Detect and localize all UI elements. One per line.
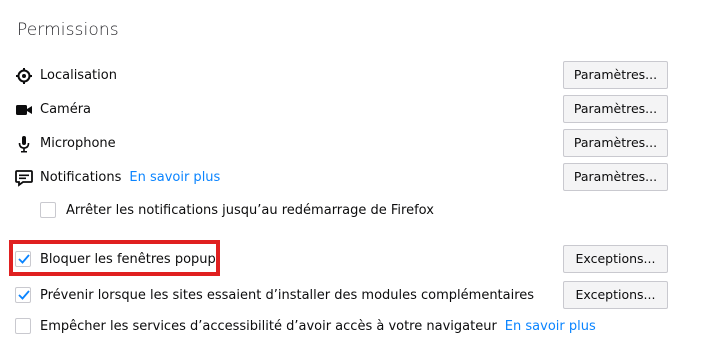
block-accessibility-label: Empêcher les services d’accessibilité d’… — [40, 319, 596, 335]
permission-label-location: Localisation — [40, 68, 117, 83]
notification-icon — [15, 169, 33, 187]
camera-icon — [15, 101, 33, 119]
notifications-learn-more-link[interactable]: En savoir plus — [129, 170, 220, 185]
highlight-annotation-box — [9, 240, 220, 276]
warn-addons-label[interactable]: Prévenir lorsque les sites essaient d’in… — [40, 288, 534, 304]
location-settings-button[interactable]: Paramètres... — [563, 61, 668, 89]
block-accessibility-checkbox[interactable] — [15, 318, 31, 334]
pause-notifications-row: Arrêter les notifications jusqu’au redém… — [0, 196, 707, 224]
microphone-settings-button[interactable]: Paramètres... — [563, 129, 668, 157]
permission-row-location: Localisation Paramètres... — [0, 61, 707, 89]
microphone-icon — [15, 135, 33, 153]
notifications-text: Notifications — [40, 170, 122, 185]
block-accessibility-row: Empêcher les services d’accessibilité d’… — [0, 312, 707, 340]
warn-addons-exceptions-button[interactable]: Exceptions... — [563, 281, 668, 309]
section-title: Permissions — [17, 20, 119, 40]
permission-label-camera: Caméra — [40, 102, 92, 117]
permission-row-notifications: Notifications En savoir plus Paramètres..… — [0, 163, 707, 191]
permission-row-microphone: Microphone Paramètres... — [0, 129, 707, 157]
pause-notifications-checkbox[interactable] — [40, 202, 56, 218]
notifications-settings-button[interactable]: Paramètres... — [563, 163, 668, 191]
pause-notifications-label[interactable]: Arrêter les notifications jusqu’au redém… — [66, 203, 434, 219]
permission-label-microphone: Microphone — [40, 136, 116, 151]
warn-addons-checkbox[interactable] — [15, 287, 31, 303]
permission-label-notifications: Notifications En savoir plus — [40, 170, 220, 186]
block-accessibility-text[interactable]: Empêcher les services d’accessibilité d’… — [40, 319, 497, 334]
camera-settings-button[interactable]: Paramètres... — [563, 95, 668, 123]
warn-addons-row: Prévenir lorsque les sites essaient d’in… — [0, 281, 707, 309]
location-icon — [15, 67, 33, 85]
permission-row-camera: Caméra Paramètres... — [0, 95, 707, 123]
block-popups-exceptions-button[interactable]: Exceptions... — [563, 245, 668, 273]
accessibility-learn-more-link[interactable]: En savoir plus — [505, 319, 596, 334]
permissions-panel: Permissions Localisation Paramètres... C… — [0, 0, 707, 342]
